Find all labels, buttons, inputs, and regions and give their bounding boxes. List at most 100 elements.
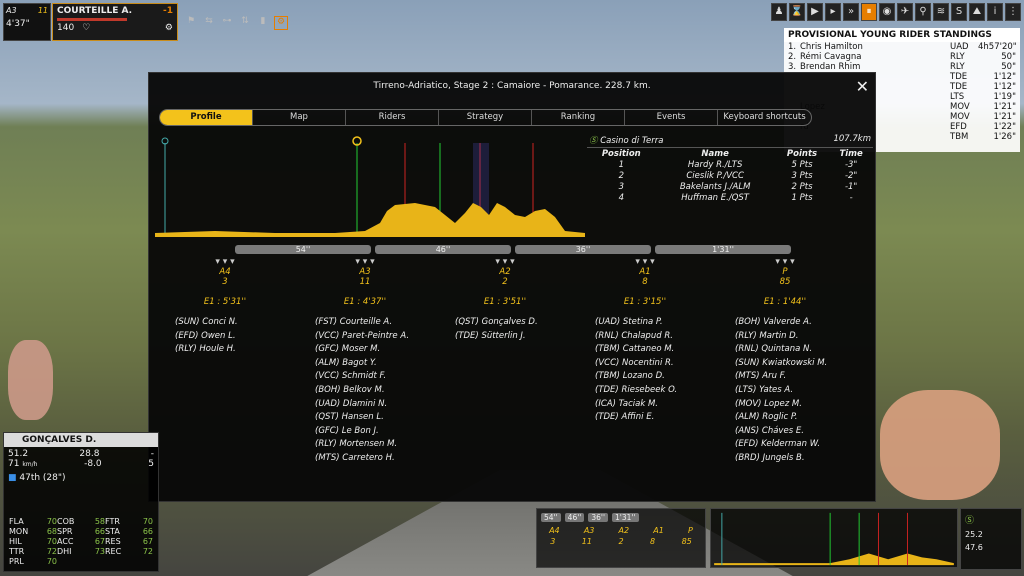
fast-forward-icon[interactable]: ▸ — [825, 3, 841, 21]
settings-icon[interactable]: ⚙ — [165, 23, 173, 33]
selected-rider-card[interactable]: COURTEILLE A. -1 140 ♡ ⚙ — [52, 3, 178, 41]
rider-entry[interactable]: (MOV) Lopez M. — [735, 399, 855, 413]
stat-label: HIL — [9, 537, 22, 546]
wind-icon[interactable]: ≋ — [933, 3, 949, 21]
relay-icon[interactable]: ⇆ — [202, 16, 216, 30]
standing-time: 4h57'20" — [978, 42, 1017, 52]
menu-icon[interactable]: ⋮ — [1005, 3, 1021, 21]
stat-value: 67 — [142, 537, 153, 546]
rider-list: (FST) Courteille A. (VCC) Paret-Peintre A… — [295, 317, 435, 467]
info-icon[interactable]: i — [987, 3, 1003, 21]
rider-entry[interactable]: (UAD) Dlamini N. — [315, 399, 435, 413]
attack-icon[interactable]: ⚑ — [184, 16, 198, 30]
group-column[interactable]: ▾ ▾ ▾ A4 3 E1 : 5'31'' (SUN) Conci N. (EFD) O… — [155, 257, 295, 358]
group-indicator[interactable]: A3 11 4'37" — [3, 3, 51, 41]
group-column[interactable]: ▾ ▾ ▾ A2 2 E1 : 3'51'' (QST) Gonçalves D. (TD… — [435, 257, 575, 344]
rider-entry[interactable]: (BRD) Jungels B. — [735, 453, 855, 467]
stat-item: DHI 73 — [57, 547, 105, 557]
rider-entry[interactable]: (UAD) Stetina P. — [595, 317, 715, 331]
rider-entry[interactable]: (FST) Courteille A. — [315, 317, 435, 331]
options-icon[interactable]: ⚙ — [274, 16, 288, 30]
stat-label: TTR — [9, 547, 25, 556]
rider-entry[interactable]: (RLY) Mortensen M. — [315, 439, 435, 453]
hourglass-icon[interactable]: ⌛ — [789, 3, 805, 21]
rider-entry[interactable]: (ICA) Taciak M. — [595, 399, 715, 413]
rider-entry[interactable]: (QST) Gonçalves D. — [455, 317, 575, 331]
rider-entry[interactable]: (MTS) Carretero H. — [315, 453, 435, 467]
rider-entry[interactable]: (BOH) Belkov M. — [315, 385, 435, 399]
rider-entry[interactable]: (GFC) Le Bon J. — [315, 426, 435, 440]
sprint-row: 1 Hardy R./LTS 5 Pts -3" — [587, 159, 873, 170]
close-icon[interactable]: ✕ — [856, 77, 869, 96]
pause-icon[interactable]: ⏸ — [861, 3, 877, 21]
user-icon[interactable]: ♟ — [771, 3, 787, 21]
jersey-icons: ▾ ▾ ▾ — [635, 257, 655, 267]
stat-item: TTR 72 — [9, 547, 57, 557]
rider-entry[interactable]: (VCC) Nocentini R. — [595, 358, 715, 372]
stage-profile-chart[interactable] — [155, 133, 585, 241]
rider-entry[interactable]: (VCC) Schmidt F. — [315, 371, 435, 385]
tab-ranking[interactable]: Ranking — [532, 110, 625, 125]
tab-events[interactable]: Events — [625, 110, 718, 125]
standing-team: LTS — [950, 92, 965, 102]
rider-entry[interactable]: (BOH) Valverde A. — [735, 317, 855, 331]
value-47: 47.6 — [965, 543, 983, 552]
group-label: A4 — [219, 267, 231, 277]
stat-label: MON — [9, 527, 29, 536]
follow-icon[interactable]: ⊶ — [220, 16, 234, 30]
climb-icon[interactable]: ⛰ — [969, 3, 985, 21]
tab-riders[interactable]: Riders — [346, 110, 439, 125]
rider-entry[interactable]: (TBM) Cattaneo M. — [595, 344, 715, 358]
group-column[interactable]: ▾ ▾ ▾ A3 11 E1 : 4'37'' (FST) Courteille A.(… — [295, 257, 435, 467]
standing-team: MOV — [950, 102, 970, 112]
rider-entry[interactable]: (TDE) Riesebeek O. — [595, 385, 715, 399]
rider-list: (QST) Gonçalves D. (TDE) Sütterlin J. — [435, 317, 575, 344]
stats-column: FLA 70 MON 68 HIL 70 TTR 72 PRL 70 — [9, 517, 57, 567]
mini-group-count: 2 — [618, 537, 624, 546]
sprint-icon[interactable]: S — [951, 3, 967, 21]
rider-entry[interactable]: (RLY) Houle H. — [175, 344, 295, 358]
tab-map[interactable]: Map — [253, 110, 346, 125]
pace-icon[interactable]: ⇅ — [238, 16, 252, 30]
sprint-cell: 2 Pts — [791, 181, 813, 192]
jersey-icons: ▾ ▾ ▾ — [355, 257, 375, 267]
rider-entry[interactable]: (EFD) Kelderman W. — [735, 439, 855, 453]
bike-icon[interactable]: ⚲ — [915, 3, 931, 21]
mini-groups[interactable]: 54'' 46'' 36'' 1'31'' A4 A3 A2 A1 P 3 11 2 8 85 — [536, 508, 706, 568]
rider-entry[interactable]: (TDE) Affini E. — [595, 412, 715, 426]
rider-entry[interactable]: (VCC) Paret-Peintre A. — [315, 331, 435, 345]
rider-entry[interactable]: (ALM) Bagot Y. — [315, 358, 435, 372]
play-icon[interactable]: ▶ — [807, 3, 823, 21]
rider-entry[interactable]: (RNL) Quintana N. — [735, 344, 855, 358]
rider-entry[interactable]: (EFD) Owen L. — [175, 331, 295, 345]
stat-item: MON 68 — [9, 527, 57, 537]
tab-profile[interactable]: Profile — [160, 110, 253, 125]
rider-entry[interactable]: (GFC) Moser M. — [315, 344, 435, 358]
rider-entry[interactable]: (TBM) Lozano D. — [595, 371, 715, 385]
rider-entry[interactable]: (SUN) Conci N. — [175, 317, 295, 331]
mini-profile[interactable] — [710, 508, 958, 568]
standing-time: 1'21" — [993, 102, 1016, 112]
rider-entry[interactable]: (SUN) Kwiatkowski M. — [735, 358, 855, 372]
tab-keyboard-shortcuts[interactable]: Keyboard shortcuts — [718, 110, 811, 125]
standing-time: 1'12" — [993, 72, 1016, 82]
rider-entry[interactable]: (LTS) Yates A. — [735, 385, 855, 399]
group-count: 3 — [222, 277, 228, 287]
rider-entry[interactable]: (QST) Hansen L. — [315, 412, 435, 426]
group-column[interactable]: ▾ ▾ ▾ A1 8 E1 : 3'15'' (UAD) Stetina P. (RNL)… — [575, 257, 715, 426]
rider-entry[interactable]: (RLY) Martin D. — [735, 331, 855, 345]
bottle-icon[interactable]: ▮ — [256, 16, 270, 30]
plane-icon[interactable]: ✈ — [897, 3, 913, 21]
rider-entry[interactable]: (ANS) Cháves E. — [735, 426, 855, 440]
rider-entry[interactable]: (TDE) Sütterlin J. — [455, 331, 575, 345]
rider-entry[interactable]: (RNL) Chalapud R. — [595, 331, 715, 345]
rider-entry[interactable]: (ALM) Roglic P. — [735, 412, 855, 426]
eye-icon[interactable]: ◉ — [879, 3, 895, 21]
tab-strategy[interactable]: Strategy — [439, 110, 532, 125]
mini-group-count: 11 — [581, 537, 592, 546]
faster-icon[interactable]: » — [843, 3, 859, 21]
rider-entry[interactable]: (MTS) Aru F. — [735, 371, 855, 385]
neg-value: -8.0 — [84, 459, 102, 469]
group-column[interactable]: ▾ ▾ ▾ P 85 E1 : 1'44'' (BOH) Valverde A. (RLY… — [715, 257, 855, 467]
jersey-icons: ▾ ▾ ▾ — [215, 257, 235, 267]
